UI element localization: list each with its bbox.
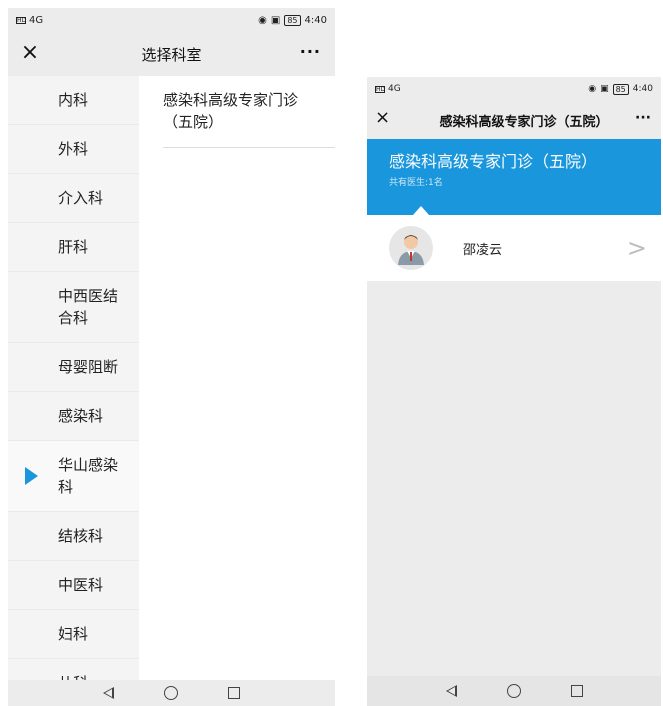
department-label: 中医科 bbox=[58, 576, 104, 594]
more-icon[interactable]: ··· bbox=[635, 110, 651, 126]
battery-icon: 85 bbox=[284, 14, 301, 26]
department-item[interactable]: 儿科 bbox=[8, 659, 139, 680]
department-item[interactable]: 介入科 bbox=[8, 174, 139, 223]
hd-icon: HD bbox=[375, 85, 386, 93]
more-icon[interactable]: ··· bbox=[300, 42, 321, 61]
department-body: 内科 外科 介入科 肝科 中西医结合科 母婴阻断 感染科 华山感染科 结核科 中… bbox=[8, 76, 335, 680]
recent-square-icon[interactable] bbox=[228, 687, 240, 699]
department-item-active[interactable]: 华山感染科 bbox=[8, 441, 139, 512]
active-triangle-icon bbox=[25, 467, 38, 485]
sub-department-item[interactable]: 感染科高级专家门诊（五院） bbox=[163, 89, 335, 148]
department-label: 结核科 bbox=[58, 527, 104, 545]
doctor-count: 共有医生:1名 bbox=[389, 178, 443, 188]
status-bar: HD 4G ◉ ▣ 85 4:40 bbox=[367, 77, 661, 101]
system-nav-bar bbox=[8, 680, 335, 706]
department-item[interactable]: 感染科 bbox=[8, 392, 139, 441]
doctor-name: 邵凌云 bbox=[463, 242, 503, 258]
hd-icon: HD bbox=[16, 16, 27, 24]
chevron-right-icon: > bbox=[626, 234, 647, 262]
header-bar: × 选择科室 ··· bbox=[8, 32, 335, 76]
department-label: 感染科 bbox=[58, 407, 104, 425]
department-label: 中西医结合科 bbox=[58, 287, 119, 327]
eye-icon: ◉ bbox=[258, 14, 267, 26]
department-label: 外科 bbox=[58, 140, 89, 158]
header-bar: × 感染科高级专家门诊（五院） ··· bbox=[367, 101, 661, 139]
department-item[interactable]: 中西医结合科 bbox=[8, 272, 139, 343]
status-bar: HD 4G ◉ ▣ 85 4:40 bbox=[8, 8, 335, 32]
recent-square-icon[interactable] bbox=[570, 685, 583, 697]
sub-department-panel: 感染科高级专家门诊（五院） bbox=[139, 76, 335, 680]
doctor-row[interactable]: 邵凌云 > bbox=[367, 215, 661, 281]
department-list: 内科 外科 介入科 肝科 中西医结合科 母婴阻断 感染科 华山感染科 结核科 中… bbox=[8, 76, 139, 680]
clock: 4:40 bbox=[304, 14, 327, 26]
back-triangle-icon[interactable] bbox=[103, 687, 114, 699]
status-right: ◉ ▣ 85 4:40 bbox=[588, 83, 653, 95]
department-item[interactable]: 肝科 bbox=[8, 223, 139, 272]
page-title: 感染科高级专家门诊（五院） bbox=[439, 115, 609, 130]
signal-indicator: HD 4G bbox=[16, 15, 43, 26]
department-label: 肝科 bbox=[58, 238, 89, 256]
signal-indicator: HD 4G bbox=[375, 84, 401, 94]
nfc-icon: ▣ bbox=[270, 14, 281, 26]
nfc-icon: ▣ bbox=[600, 84, 609, 94]
department-item[interactable]: 外科 bbox=[8, 125, 139, 174]
pointer-notch bbox=[413, 206, 429, 215]
status-right: ◉ ▣ 85 4:40 bbox=[258, 14, 327, 26]
department-label: 内科 bbox=[58, 91, 89, 109]
department-select-screen: HD 4G ◉ ▣ 85 4:40 × 选择科室 ··· 内科 外科 介入科 肝… bbox=[8, 8, 335, 706]
eye-icon: ◉ bbox=[588, 84, 597, 94]
department-label: 妇科 bbox=[58, 625, 89, 643]
page-title: 选择科室 bbox=[141, 45, 202, 64]
sub-department-label: 感染科高级专家门诊（五院） bbox=[163, 91, 299, 131]
department-label: 母婴阻断 bbox=[58, 358, 119, 376]
system-nav-bar bbox=[367, 676, 661, 706]
battery-icon: 85 bbox=[612, 83, 629, 95]
department-item[interactable]: 母婴阻断 bbox=[8, 343, 139, 392]
department-item[interactable]: 妇科 bbox=[8, 610, 139, 659]
department-label: 介入科 bbox=[58, 189, 104, 207]
banner-department-name: 感染科高级专家门诊（五院） bbox=[389, 152, 598, 171]
network-label: 4G bbox=[388, 84, 401, 94]
back-triangle-icon[interactable] bbox=[445, 685, 457, 697]
home-circle-icon[interactable] bbox=[506, 684, 521, 698]
department-banner: 感染科高级专家门诊（五院） 共有医生:1名 bbox=[367, 139, 661, 215]
doctor-avatar-icon bbox=[389, 226, 433, 270]
doctor-list-screen: HD 4G ◉ ▣ 85 4:40 × 感染科高级专家门诊（五院） ··· 感染… bbox=[367, 77, 661, 706]
department-item[interactable]: 结核科 bbox=[8, 512, 139, 561]
home-circle-icon[interactable] bbox=[164, 686, 178, 700]
department-item[interactable]: 内科 bbox=[8, 76, 139, 125]
department-item[interactable]: 中医科 bbox=[8, 561, 139, 610]
network-label: 4G bbox=[29, 14, 44, 26]
department-label: 华山感染科 bbox=[58, 456, 119, 496]
clock: 4:40 bbox=[632, 84, 653, 94]
